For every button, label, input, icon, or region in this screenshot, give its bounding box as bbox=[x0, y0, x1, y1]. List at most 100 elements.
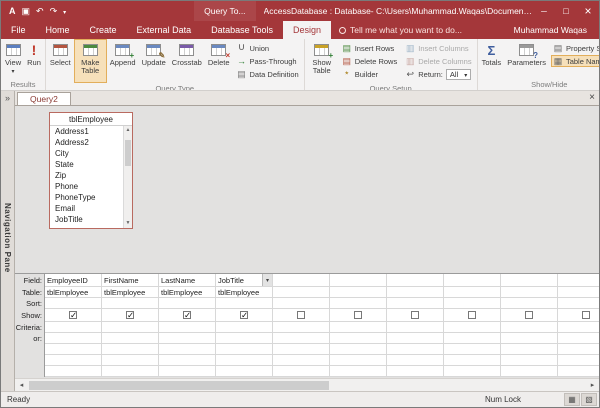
property-sheet-button[interactable]: Property Sheet bbox=[551, 42, 599, 54]
show-table-button[interactable]: Show Table bbox=[306, 39, 338, 83]
pass-through-button[interactable]: Pass-Through bbox=[235, 55, 301, 67]
blank-cell-4[interactable] bbox=[273, 344, 329, 355]
show-cell-9[interactable] bbox=[558, 309, 599, 322]
save-button[interactable] bbox=[22, 7, 31, 16]
sort-cell-1[interactable] bbox=[102, 298, 158, 309]
table-cell-7[interactable] bbox=[444, 287, 500, 298]
data-definition-button[interactable]: Data Definition bbox=[235, 68, 301, 80]
field-item-address2[interactable]: Address2 bbox=[50, 137, 123, 148]
run-button[interactable]: Run bbox=[24, 39, 44, 79]
tab-design[interactable]: Design bbox=[283, 21, 331, 39]
blank-cell-0[interactable] bbox=[45, 344, 101, 355]
table-cell-6[interactable] bbox=[387, 287, 443, 298]
or-cell-9[interactable] bbox=[558, 333, 599, 344]
tab-external-data[interactable]: External Data bbox=[127, 21, 202, 39]
account-user-name[interactable]: Muhammad Waqas bbox=[514, 21, 587, 39]
tab-file[interactable]: File bbox=[1, 21, 36, 39]
or-cell-5[interactable] bbox=[330, 333, 386, 344]
table-cell-5[interactable] bbox=[330, 287, 386, 298]
show-cell-0[interactable] bbox=[45, 309, 101, 322]
show-checkbox-0[interactable] bbox=[69, 311, 77, 319]
field-item-phonetype[interactable]: PhoneType bbox=[50, 192, 123, 203]
blank-cell-1[interactable] bbox=[102, 366, 158, 377]
table-cell-1[interactable]: tblEmployee bbox=[102, 287, 158, 298]
document-tab-query2[interactable]: Query2 bbox=[17, 92, 71, 105]
field-item-jobtitle[interactable]: JobTitle bbox=[50, 214, 123, 225]
blank-cell-8[interactable] bbox=[501, 355, 557, 366]
field-cell-6[interactable] bbox=[387, 274, 443, 287]
criteria-cell-6[interactable] bbox=[387, 322, 443, 333]
blank-cell-4[interactable] bbox=[273, 355, 329, 366]
undo-button[interactable] bbox=[36, 7, 44, 16]
minimize-button[interactable] bbox=[533, 1, 555, 21]
show-checkbox-2[interactable] bbox=[183, 311, 191, 319]
blank-cell-9[interactable] bbox=[558, 355, 599, 366]
crosstab-button[interactable]: Crosstab bbox=[169, 39, 205, 83]
sort-cell-5[interactable] bbox=[330, 298, 386, 309]
field-item-state[interactable]: State bbox=[50, 159, 123, 170]
blank-cell-0[interactable] bbox=[45, 366, 101, 377]
blank-cell-9[interactable] bbox=[558, 366, 599, 377]
show-cell-7[interactable] bbox=[444, 309, 500, 322]
field-list-scroll-thumb[interactable] bbox=[125, 140, 131, 166]
field-cell-1[interactable]: FirstName bbox=[102, 274, 158, 287]
totals-button[interactable]: Totals bbox=[479, 39, 505, 79]
field-item-address1[interactable]: Address1 bbox=[50, 126, 123, 137]
blank-cell-3[interactable] bbox=[216, 366, 272, 377]
or-cell-7[interactable] bbox=[444, 333, 500, 344]
qat-customize-button[interactable] bbox=[63, 6, 66, 16]
show-cell-1[interactable] bbox=[102, 309, 158, 322]
show-cell-4[interactable] bbox=[273, 309, 329, 322]
document-close-icon[interactable]: × bbox=[589, 92, 595, 103]
table-cell-8[interactable] bbox=[501, 287, 557, 298]
field-cell-7[interactable] bbox=[444, 274, 500, 287]
field-cell-8[interactable] bbox=[501, 274, 557, 287]
show-checkbox-7[interactable] bbox=[468, 311, 476, 319]
field-cell-2[interactable]: LastName bbox=[159, 274, 215, 287]
show-cell-8[interactable] bbox=[501, 309, 557, 322]
or-cell-1[interactable] bbox=[102, 333, 158, 344]
field-cell-3[interactable]: JobTitle bbox=[216, 274, 272, 287]
criteria-cell-0[interactable] bbox=[45, 322, 101, 333]
blank-cell-2[interactable] bbox=[159, 355, 215, 366]
blank-cell-5[interactable] bbox=[330, 355, 386, 366]
blank-cell-5[interactable] bbox=[330, 344, 386, 355]
blank-cell-8[interactable] bbox=[501, 344, 557, 355]
blank-cell-7[interactable] bbox=[444, 366, 500, 377]
design-view-icon[interactable] bbox=[581, 393, 597, 406]
show-checkbox-6[interactable] bbox=[411, 311, 419, 319]
or-cell-3[interactable] bbox=[216, 333, 272, 344]
field-dropdown-icon-3[interactable] bbox=[262, 274, 272, 286]
parameters-button[interactable]: Parameters bbox=[504, 39, 549, 79]
tell-me-box[interactable]: Tell me what you want to do... bbox=[339, 21, 462, 39]
sort-cell-6[interactable] bbox=[387, 298, 443, 309]
tab-home[interactable]: Home bbox=[36, 21, 80, 39]
sort-cell-9[interactable] bbox=[558, 298, 599, 309]
blank-cell-7[interactable] bbox=[444, 344, 500, 355]
show-cell-5[interactable] bbox=[330, 309, 386, 322]
builder-button[interactable]: Builder bbox=[340, 68, 400, 80]
blank-cell-6[interactable] bbox=[387, 366, 443, 377]
blank-cell-3[interactable] bbox=[216, 355, 272, 366]
scroll-down-icon[interactable] bbox=[124, 219, 132, 228]
sort-cell-3[interactable] bbox=[216, 298, 272, 309]
or-cell-0[interactable] bbox=[45, 333, 101, 344]
tab-database-tools[interactable]: Database Tools bbox=[201, 21, 283, 39]
horizontal-scrollbar[interactable] bbox=[15, 378, 599, 391]
return-combobox[interactable]: All bbox=[446, 69, 471, 80]
or-cell-8[interactable] bbox=[501, 333, 557, 344]
update-button[interactable]: Update bbox=[139, 39, 169, 83]
maximize-button[interactable] bbox=[555, 1, 577, 21]
sort-cell-7[interactable] bbox=[444, 298, 500, 309]
nav-pane-expand-chevron-icon[interactable]: » bbox=[1, 93, 14, 103]
show-checkbox-1[interactable] bbox=[126, 311, 134, 319]
or-cell-6[interactable] bbox=[387, 333, 443, 344]
datasheet-view-icon[interactable] bbox=[564, 393, 580, 406]
nav-pane-label[interactable]: Navigation Pane bbox=[3, 203, 12, 273]
table-cell-4[interactable] bbox=[273, 287, 329, 298]
union-button[interactable]: Union bbox=[235, 42, 301, 54]
show-checkbox-8[interactable] bbox=[525, 311, 533, 319]
show-cell-2[interactable] bbox=[159, 309, 215, 322]
show-checkbox-9[interactable] bbox=[582, 311, 590, 319]
sort-cell-4[interactable] bbox=[273, 298, 329, 309]
